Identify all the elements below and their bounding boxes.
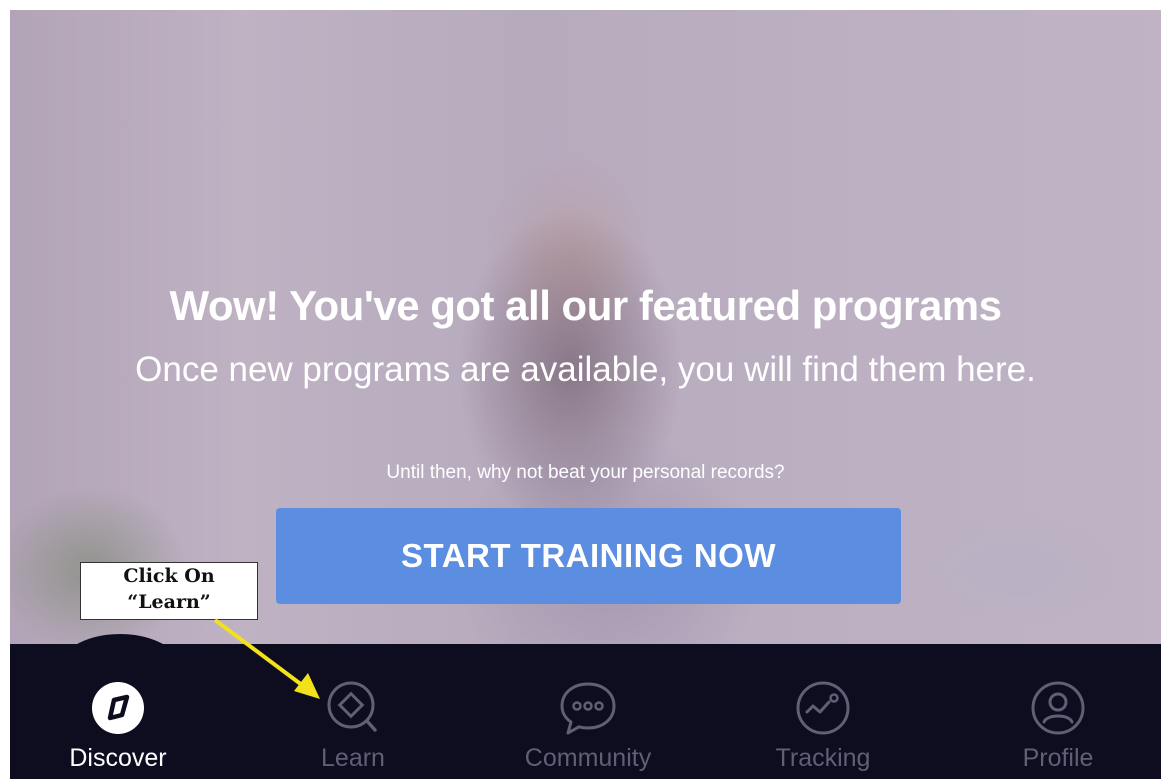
tab-learn-label: Learn <box>321 744 385 772</box>
tab-tracking[interactable]: Tracking <box>743 678 903 778</box>
tab-discover[interactable]: Discover <box>38 678 198 778</box>
tab-learn[interactable]: Learn <box>273 678 433 778</box>
start-training-button[interactable]: START TRAINING NOW <box>276 508 901 604</box>
hero-subline: Once new programs are available, you wil… <box>135 350 1036 389</box>
compass-icon <box>92 682 144 734</box>
app-screen: Wow! You've got all our featured program… <box>10 10 1161 779</box>
tab-community[interactable]: Community <box>508 678 668 778</box>
annotation-callout: Click On “Learn” <box>80 562 258 620</box>
annotation-line1: Click On <box>123 565 215 587</box>
hero-headline: Wow! You've got all our featured program… <box>169 282 1002 329</box>
gauge-icon <box>796 681 850 735</box>
tab-profile-label: Profile <box>1022 744 1094 772</box>
hero-prompt: Until then, why not beat your personal r… <box>386 462 785 483</box>
learn-diamond-icon <box>327 681 377 732</box>
tab-profile[interactable]: Profile <box>978 678 1138 778</box>
tab-community-label: Community <box>524 744 652 772</box>
user-icon <box>1031 681 1085 735</box>
annotation-line2: “Learn” <box>127 591 211 613</box>
tab-tracking-label: Tracking <box>775 744 871 772</box>
chat-bubble-icon <box>560 682 616 735</box>
tab-discover-label: Discover <box>69 744 167 772</box>
